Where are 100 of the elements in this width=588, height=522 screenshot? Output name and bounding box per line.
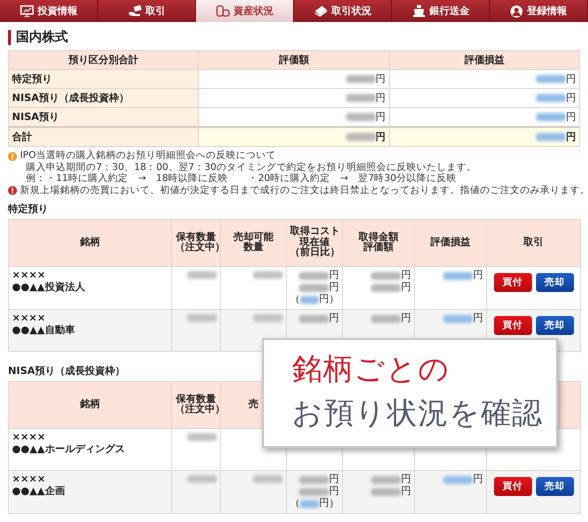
blurred-value (299, 488, 329, 496)
blurred-value (371, 272, 401, 280)
blurred-value (443, 315, 473, 323)
column-header: 保有数量 （注文中） (172, 382, 220, 428)
promo-text: 銘柄ごとの (292, 351, 451, 389)
notice-text: 新規上場銘柄の売買において、初値が決定する日まで成行のご注文は終日禁止となっております。指値のご注文のみ承ります。 (20, 184, 588, 196)
column-header: 取引 (486, 220, 580, 266)
yen-unit: 円 (329, 282, 339, 294)
stock-code: ×××× (12, 313, 47, 324)
stock-code: ×××× (12, 474, 47, 486)
blurred-value (371, 284, 401, 292)
stock-name: ●●▲▲企画 (12, 486, 66, 498)
yen-unit: 円 (376, 131, 386, 144)
blurred-value (346, 75, 376, 83)
blurred-value (299, 315, 329, 323)
sell-button[interactable]: 売却 (536, 316, 574, 335)
notice-text: 購入申込期間の7：30、18：00、翌7：30のタイミングで約定をお預り明細照会に反映いたします。 (25, 162, 476, 173)
buy-button[interactable]: 買付 (494, 273, 532, 292)
nav-tab[interactable]: 取引状況 (294, 0, 392, 22)
blurred-value (299, 284, 329, 292)
nav-tab[interactable]: 資産状況 (196, 0, 294, 22)
exclamation-icon (8, 186, 17, 195)
blurred-value (300, 296, 319, 304)
blurred-value (371, 476, 401, 484)
stock-name: ●●▲▲ホールディングス (12, 444, 126, 456)
nav-tab[interactable]: 投資情報 (0, 0, 98, 22)
yen-unit: 円 (401, 313, 411, 325)
blurred-value (346, 94, 376, 102)
column-header: 評価額 (198, 50, 390, 70)
sell-button[interactable]: 売却 (536, 273, 574, 292)
stock-code: ×××× (12, 432, 47, 444)
yen-unit: 円） (319, 498, 339, 510)
paren-text: （ (290, 294, 300, 306)
blurred-value (536, 133, 566, 141)
page-heading: 国内株式 (8, 30, 580, 45)
blurred-value (299, 272, 329, 280)
buy-button[interactable]: 買付 (494, 477, 532, 496)
yen-unit: 円 (401, 486, 411, 498)
row-label: 合計 (8, 127, 199, 146)
yen-unit: 円 (473, 313, 483, 325)
row-label: NISA預り（成長投資枠） (8, 88, 199, 108)
nav-tab[interactable]: 登録情報 (490, 0, 588, 22)
yen-unit: 円 (401, 474, 411, 486)
blurred-value (536, 113, 566, 121)
yen-unit: 円 (329, 313, 339, 325)
column-header: 評価損益 (389, 50, 580, 70)
exclamation-icon (8, 152, 17, 160)
blurred-value (443, 272, 473, 280)
yen-unit: 円 (329, 486, 339, 498)
blurred-value (346, 133, 376, 141)
column-header: 取得コスト 現在値 （前日比） (286, 220, 342, 266)
blurred-value (299, 476, 329, 484)
yen-unit: 円 (566, 92, 576, 105)
yen-unit: 円 (566, 131, 576, 144)
presentation-board-icon (20, 5, 34, 17)
yen-unit: 円 (401, 270, 411, 282)
hand-card-icon (128, 5, 142, 17)
yen-unit: 円 (376, 92, 386, 105)
yen-unit: 円 (329, 474, 339, 486)
blurred-value (371, 488, 401, 496)
blurred-value (346, 113, 376, 121)
section-title: 特定預り (8, 202, 48, 216)
paren-text: （ (290, 498, 300, 510)
row-label: 特定預り (8, 70, 199, 88)
yen-unit: 円 (473, 270, 483, 282)
yen-unit: 円） (319, 294, 339, 306)
blurred-value (536, 94, 566, 102)
banknotes-icon (314, 5, 328, 17)
promo-text: お預り状況を確認 (292, 395, 544, 433)
buy-button[interactable]: 買付 (494, 316, 532, 335)
section-title: NISA預り（成長投資枠） (8, 364, 126, 378)
blurred-value (300, 500, 319, 508)
yen-unit: 円 (401, 282, 411, 294)
yen-unit: 円 (566, 73, 576, 86)
blurred-value (536, 75, 566, 83)
yen-unit: 円 (376, 111, 386, 124)
yen-unit: 円 (376, 73, 386, 86)
column-header: 銘柄 (8, 220, 172, 266)
pot-icon (412, 5, 426, 17)
stock-code: ×××× (12, 270, 47, 282)
user-icon (510, 4, 523, 18)
yen-unit: 円 (329, 270, 339, 282)
blurred-value (371, 315, 401, 323)
column-header: 売却可能 数量 (220, 220, 286, 266)
column-header: 評価損益 (414, 220, 486, 266)
notice-text: 例：・11時に購入約定 → 18時以降に反映 ・20時に購入約定 → 翌7時30分以降に反映 (25, 173, 458, 184)
stock-name: ●●▲▲投資法人 (12, 282, 86, 294)
yen-unit: 円 (566, 111, 576, 124)
notice-text: IPO当選時の購入銘柄のお預り明細照会への反映について (20, 150, 278, 162)
stock-name: ●●▲▲自動車 (12, 325, 76, 337)
column-header: 取得金額 評価額 (342, 220, 414, 266)
nav-tab[interactable]: 銀行送金 (392, 0, 490, 22)
column-header: 預り区分別合計 (8, 50, 199, 70)
row-label: NISA預り (8, 108, 199, 127)
sell-button[interactable]: 売却 (536, 477, 574, 496)
blurred-value (443, 476, 473, 484)
yen-unit: 円 (473, 474, 483, 486)
coins-icon (216, 5, 230, 17)
column-header: 銘柄 (8, 382, 172, 428)
column-header: 保有数量 （注文中） (172, 220, 220, 266)
